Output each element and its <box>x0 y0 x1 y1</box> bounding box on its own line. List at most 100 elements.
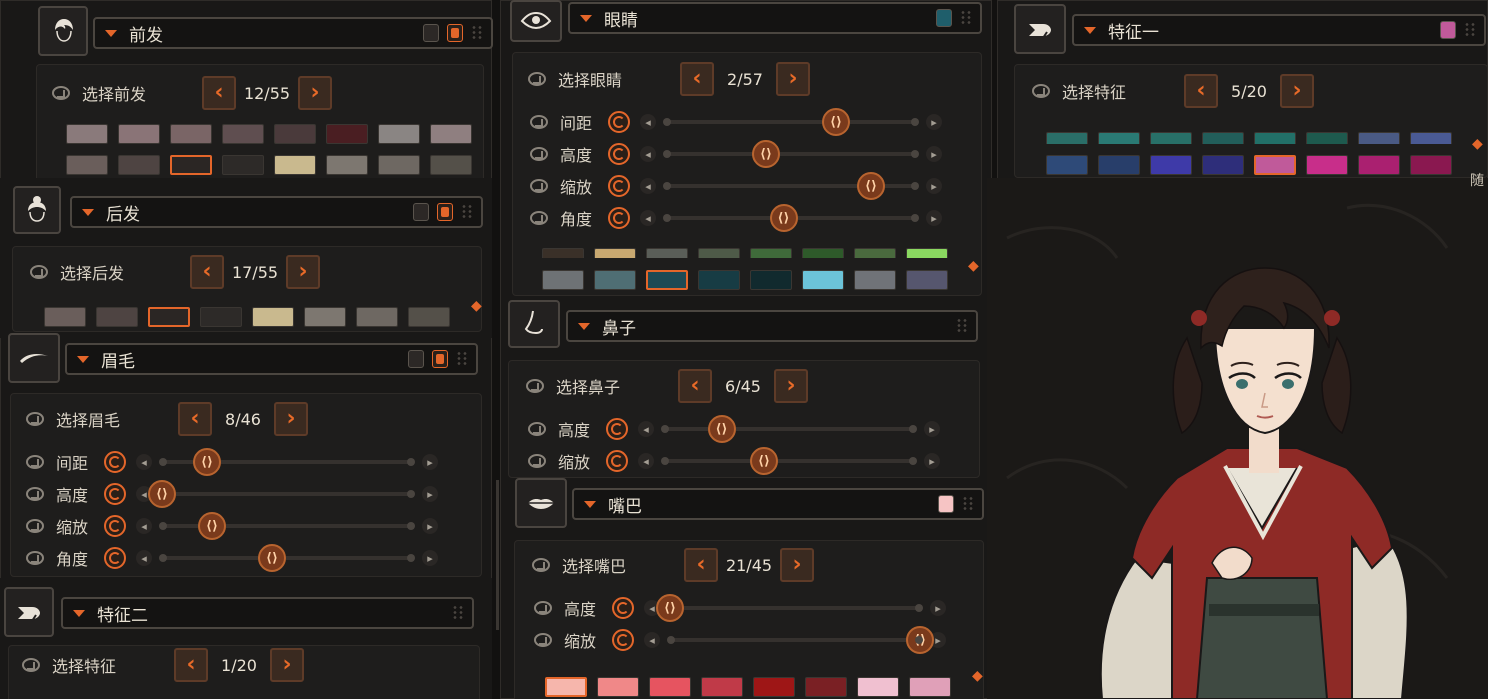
reset-icon[interactable] <box>612 629 634 651</box>
eyebrow-icon[interactable] <box>8 333 60 383</box>
decrease-icon[interactable]: ◂ <box>644 632 660 648</box>
expand-caret-icon[interactable] <box>578 322 590 330</box>
slider-track[interactable]: ⟨⟩ <box>661 415 917 443</box>
slider-track[interactable]: ⟨⟩ <box>148 480 415 508</box>
reset-icon[interactable] <box>104 483 126 505</box>
mouth-header[interactable]: 嘴巴 <box>572 488 984 520</box>
increase-icon[interactable]: ▸ <box>422 550 438 566</box>
reset-icon[interactable] <box>608 111 630 133</box>
feature1-color-swatch[interactable] <box>1440 21 1456 39</box>
eyebrow-prev-button[interactable]: ‹ <box>178 402 212 436</box>
bangs-color-swatch[interactable] <box>423 24 439 42</box>
color-swatch[interactable] <box>594 248 636 258</box>
reset-icon[interactable] <box>104 451 126 473</box>
drag-handle-icon[interactable] <box>1464 22 1476 38</box>
scroll-diamond-icon[interactable]: ◆ <box>968 258 980 288</box>
drag-handle-icon[interactable] <box>471 25 483 41</box>
increase-icon[interactable]: ▸ <box>926 210 942 226</box>
color-swatch[interactable] <box>326 155 368 175</box>
expand-caret-icon[interactable] <box>77 355 89 363</box>
expand-caret-icon[interactable] <box>105 29 117 37</box>
decrease-icon[interactable]: ◂ <box>640 178 656 194</box>
color-swatch[interactable] <box>906 248 948 258</box>
slider-track[interactable]: ⟨⟩ <box>663 140 919 168</box>
increase-icon[interactable]: ▸ <box>926 114 942 130</box>
color-swatch[interactable] <box>326 124 368 144</box>
slider-knob[interactable]: ⟨⟩ <box>148 480 176 508</box>
decrease-icon[interactable]: ◂ <box>136 550 152 566</box>
color-swatch[interactable] <box>857 677 899 697</box>
feature1-prev-button[interactable]: ‹ <box>1184 74 1218 108</box>
slider-track[interactable]: ⟨⟩ <box>663 172 919 200</box>
back-hair-color-swatch[interactable] <box>413 203 429 221</box>
color-swatch[interactable] <box>66 155 108 175</box>
scroll-diamond-icon[interactable]: ◆ <box>972 668 984 698</box>
decrease-icon[interactable]: ◂ <box>640 114 656 130</box>
color-swatch[interactable] <box>274 155 316 175</box>
slider-knob[interactable]: ⟨⟩ <box>822 108 850 136</box>
nose-prev-button[interactable]: ‹ <box>678 369 712 403</box>
slider-knob[interactable]: ⟨⟩ <box>198 512 226 540</box>
slider-knob[interactable]: ⟨⟩ <box>656 594 684 622</box>
feature2-next-button[interactable]: › <box>270 648 304 682</box>
scroll-diamond-icon[interactable]: ◆ <box>1472 136 1484 166</box>
eye-color-swatch[interactable] <box>936 9 952 27</box>
color-swatch[interactable] <box>1410 155 1452 175</box>
increase-icon[interactable]: ▸ <box>926 146 942 162</box>
increase-icon[interactable]: ▸ <box>930 600 946 616</box>
color-swatch[interactable] <box>701 677 743 697</box>
expand-caret-icon[interactable] <box>1084 26 1096 34</box>
color-swatch[interactable] <box>1046 155 1088 175</box>
back-hair-copy-icon[interactable] <box>437 203 453 221</box>
mouth-prev-button[interactable]: ‹ <box>684 548 718 582</box>
color-swatch[interactable] <box>750 270 792 290</box>
decrease-icon[interactable]: ◂ <box>638 421 654 437</box>
nose-next-button[interactable]: › <box>774 369 808 403</box>
slider-track[interactable]: ⟨⟩ <box>159 512 415 540</box>
color-swatch[interactable] <box>1150 155 1192 175</box>
color-swatch[interactable] <box>96 307 138 327</box>
decrease-icon[interactable]: ◂ <box>638 453 654 469</box>
color-swatch[interactable] <box>753 677 795 697</box>
increase-icon[interactable]: ▸ <box>422 486 438 502</box>
nose-icon[interactable] <box>508 300 560 348</box>
slider-knob[interactable]: ⟨⟩ <box>906 626 934 654</box>
expand-caret-icon[interactable] <box>73 609 85 617</box>
reset-icon[interactable] <box>606 418 628 440</box>
color-swatch[interactable] <box>378 124 420 144</box>
drag-handle-icon[interactable] <box>960 10 972 26</box>
slider-track[interactable]: ⟨⟩ <box>661 447 917 475</box>
color-swatch[interactable] <box>378 155 420 175</box>
color-swatch[interactable] <box>408 307 450 327</box>
slider-knob[interactable]: ⟨⟩ <box>857 172 885 200</box>
color-swatch[interactable] <box>170 155 212 175</box>
color-swatch[interactable] <box>698 270 740 290</box>
mouth-icon[interactable] <box>515 478 567 528</box>
back-hair-icon[interactable] <box>13 186 61 234</box>
color-swatch[interactable] <box>802 248 844 258</box>
expand-caret-icon[interactable] <box>584 500 596 508</box>
increase-icon[interactable]: ▸ <box>924 453 940 469</box>
reset-icon[interactable] <box>608 207 630 229</box>
color-swatch[interactable] <box>222 124 264 144</box>
expand-caret-icon[interactable] <box>580 14 592 22</box>
reset-icon[interactable] <box>612 597 634 619</box>
eyebrow-header[interactable]: 眉毛 <box>65 343 478 375</box>
color-swatch[interactable] <box>1358 132 1400 144</box>
color-swatch[interactable] <box>304 307 346 327</box>
slider-track[interactable]: ⟨⟩ <box>663 204 919 232</box>
color-swatch[interactable] <box>750 248 792 258</box>
feature1-header[interactable]: 特征一 <box>1072 14 1486 46</box>
slider-knob[interactable]: ⟨⟩ <box>707 415 736 443</box>
color-swatch[interactable] <box>1098 132 1140 144</box>
slider-track[interactable]: ⟨⟩ <box>667 626 934 654</box>
increase-icon[interactable]: ▸ <box>924 421 940 437</box>
expand-caret-icon[interactable] <box>82 208 94 216</box>
color-swatch[interactable] <box>542 270 584 290</box>
color-swatch[interactable] <box>170 124 212 144</box>
drag-handle-icon[interactable] <box>456 351 468 367</box>
eye-next-button[interactable]: › <box>776 62 810 96</box>
color-swatch[interactable] <box>66 124 108 144</box>
eye-icon[interactable] <box>510 0 562 42</box>
decrease-icon[interactable]: ◂ <box>136 454 152 470</box>
